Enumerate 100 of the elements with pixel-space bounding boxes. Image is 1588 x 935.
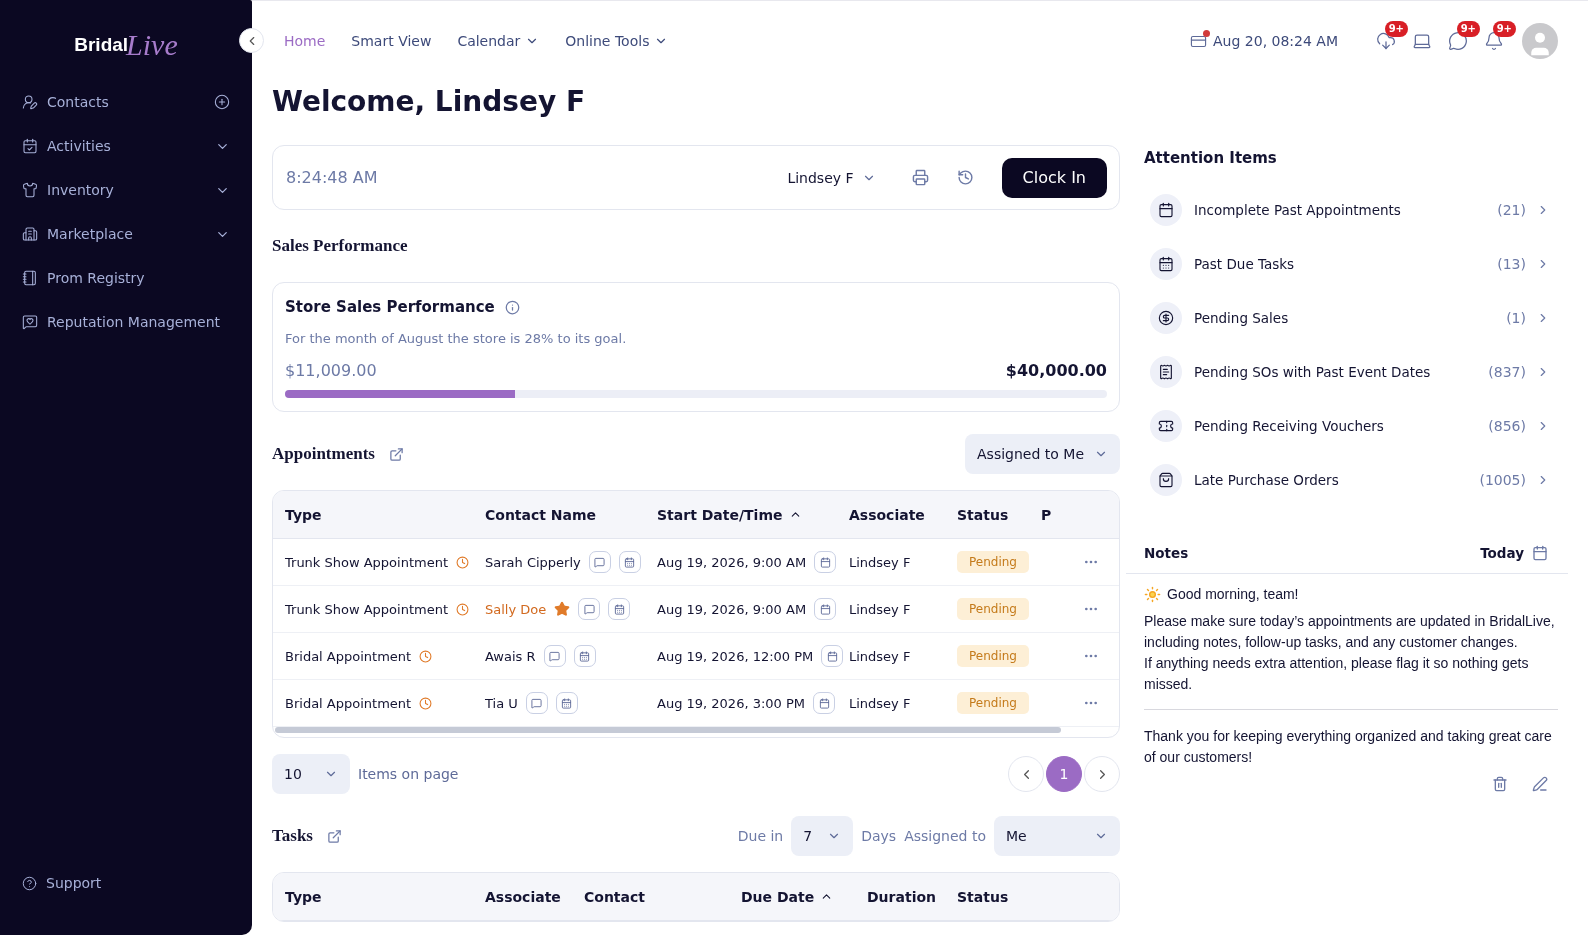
- clock-in-button[interactable]: Clock In: [1001, 157, 1107, 198]
- contact-link[interactable]: Tia U: [485, 695, 518, 711]
- table-cell: Aug 19, 2026, 9:00 AM: [657, 601, 807, 617]
- column-header[interactable]: Start Date/Time: [645, 506, 837, 523]
- horizontal-scrollbar[interactable]: [275, 727, 1061, 733]
- calendar-icon: [826, 650, 838, 662]
- attention-item[interactable]: Pending Sales (1): [1140, 291, 1558, 345]
- cloud-download-icon[interactable]: [1376, 31, 1396, 51]
- add-icon[interactable]: [214, 94, 230, 110]
- goal-amount: $40,000.00: [1005, 361, 1107, 380]
- table-cell: Bridal Appointment: [285, 648, 412, 664]
- due-days-select[interactable]: 7: [791, 816, 854, 856]
- calendar-button[interactable]: [813, 692, 836, 714]
- message-button[interactable]: [578, 598, 601, 620]
- assignee-select[interactable]: Assigned to Me: [965, 434, 1120, 474]
- ticket-icon: [1158, 418, 1174, 434]
- column-header[interactable]: Due Date: [729, 888, 855, 905]
- nav-link[interactable]: Calendar: [457, 33, 540, 49]
- nav-link[interactable]: Online Tools: [565, 33, 669, 49]
- calendar-button[interactable]: [573, 645, 596, 667]
- sidebar-item[interactable]: Inventory: [0, 168, 252, 212]
- message-button[interactable]: [525, 692, 548, 714]
- calendar-button[interactable]: [555, 692, 578, 714]
- contact-link[interactable]: Sally Doe: [485, 601, 547, 617]
- note-text: Good morning, team!: [1167, 585, 1299, 604]
- chat-icon: [549, 650, 560, 662]
- calendar-button[interactable]: [814, 598, 837, 620]
- table-cell: Lindsey F: [849, 554, 911, 570]
- filter-label: Assigned to: [904, 828, 986, 844]
- user-select[interactable]: Lindsey F: [781, 168, 882, 187]
- contact-link[interactable]: Sarah Cipperly: [485, 554, 581, 570]
- sidebar-item[interactable]: Activities: [0, 124, 252, 168]
- info-icon[interactable]: [504, 299, 520, 315]
- bell-icon[interactable]: [1484, 31, 1504, 51]
- message-button[interactable]: [543, 645, 566, 667]
- card-title: Store Sales Performance: [285, 298, 495, 316]
- delete-icon[interactable]: [1492, 776, 1508, 792]
- print-button[interactable]: [911, 169, 929, 186]
- calendar-button[interactable]: [608, 598, 631, 620]
- column-header[interactable]: Status: [945, 506, 1029, 523]
- attention-item[interactable]: Pending Receiving Vouchers (856): [1140, 399, 1558, 453]
- calendar-icon: [624, 556, 636, 568]
- column-header[interactable]: Contact Name: [473, 506, 645, 523]
- status-tag: Pending: [957, 645, 1029, 667]
- register-icon[interactable]: [1190, 32, 1208, 50]
- notification-badge: 9+: [1456, 21, 1480, 37]
- column-header[interactable]: Associate: [837, 506, 945, 523]
- assignee-select[interactable]: Me: [994, 816, 1120, 856]
- chat-icon[interactable]: [1448, 31, 1468, 51]
- external-link-icon[interactable]: [388, 446, 404, 462]
- contact-link[interactable]: Awais R: [485, 648, 536, 664]
- attention-item[interactable]: Incomplete Past Appointments (21): [1140, 183, 1558, 237]
- status-tag: Pending: [957, 692, 1029, 714]
- calendar-icon[interactable]: [1532, 545, 1548, 561]
- sidebar-item[interactable]: Marketplace: [0, 212, 252, 256]
- collapse-button[interactable]: [239, 28, 264, 53]
- table-cell: Bridal Appointment: [285, 695, 412, 711]
- table-cell: Lindsey F: [849, 601, 911, 617]
- attention-item[interactable]: Pending SOs with Past Event Dates (837): [1140, 345, 1558, 399]
- clock-icon: [419, 649, 433, 663]
- table-cell: Aug 19, 2026, 9:00 AM: [657, 554, 807, 570]
- support-link[interactable]: Support: [0, 861, 252, 905]
- filter-label: Due in: [737, 828, 784, 844]
- column-header[interactable]: Contact: [572, 888, 729, 905]
- status-tag: Pending: [957, 598, 1029, 620]
- chat-icon: [583, 603, 595, 615]
- message-button[interactable]: [588, 551, 611, 573]
- sidebar-item[interactable]: Reputation Management: [0, 300, 252, 344]
- clock-time: 8:24:48 AM: [286, 168, 379, 187]
- clock-icon: [456, 602, 470, 616]
- external-link-icon[interactable]: [326, 828, 342, 844]
- page-button[interactable]: 1: [1046, 756, 1082, 792]
- nav-link[interactable]: Smart View: [351, 33, 432, 49]
- column-header[interactable]: Associate: [473, 888, 572, 905]
- current-datetime: Aug 20, 08:24 AM: [1213, 33, 1338, 49]
- column-header[interactable]: P: [1029, 506, 1071, 523]
- calendar-button[interactable]: [821, 645, 844, 667]
- column-header[interactable]: Type: [273, 888, 473, 905]
- section-heading: Tasks: [272, 826, 313, 846]
- calendar-button[interactable]: [618, 551, 641, 573]
- notification-badge: 9+: [1492, 21, 1516, 37]
- page-size-select[interactable]: 10: [272, 754, 350, 794]
- sidebar-item[interactable]: Contacts: [0, 80, 252, 124]
- attention-item[interactable]: Past Due Tasks (13): [1140, 237, 1558, 291]
- calendar-icon: [579, 650, 590, 662]
- column-header[interactable]: Type: [273, 506, 473, 523]
- attention-item[interactable]: Late Purchase Orders (1005): [1140, 453, 1558, 507]
- clock-icon: [456, 555, 470, 569]
- column-header[interactable]: Duration: [855, 888, 945, 905]
- edit-icon[interactable]: [1532, 776, 1548, 792]
- column-header[interactable]: Status: [945, 888, 1119, 905]
- notification-badge: 9+: [1384, 21, 1408, 37]
- sidebar-item[interactable]: Prom Registry: [0, 256, 252, 300]
- history-icon: [956, 169, 974, 186]
- calendar-icon: [819, 556, 831, 568]
- note-text: Thank you for keeping everything organized and taking great care of our customers!: [1144, 727, 1553, 767]
- notes-title: Notes: [1144, 545, 1190, 561]
- history-button[interactable]: [956, 169, 974, 186]
- nav-link[interactable]: Home: [284, 33, 326, 49]
- calendar-button[interactable]: [814, 551, 837, 573]
